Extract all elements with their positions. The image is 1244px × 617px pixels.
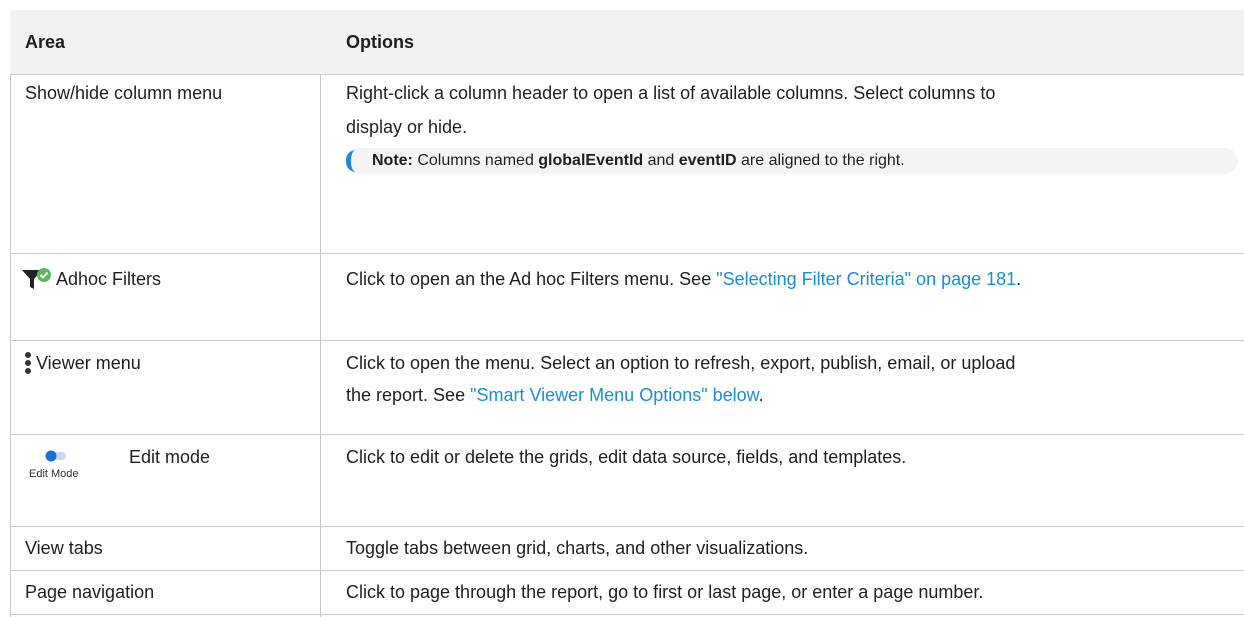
area-label: Show/hide column menu	[25, 83, 223, 103]
row-divider	[10, 253, 1244, 254]
note-text: Note: Columns named globalEventId and ev…	[372, 152, 905, 169]
area-label: Edit mode	[129, 447, 211, 467]
note-box: Note: Columns named globalEventId and ev…	[346, 148, 1238, 174]
option-text: Click to open the menu. Select an option…	[346, 353, 1016, 373]
selecting-filter-criteria-link[interactable]: "Selecting Filter Criteria" on page 181	[716, 269, 1016, 289]
option-text: Toggle tabs between grid, charts, and ot…	[346, 538, 809, 558]
row-divider	[10, 570, 1244, 571]
options-table: Area Options Show/hide column menu Right…	[0, 0, 1244, 617]
area-label: Adhoc Filters	[56, 269, 162, 289]
option-text: Right-click a column header to open a li…	[346, 83, 996, 103]
row-divider	[10, 614, 1244, 615]
option-text: Click to edit or delete the grids, edit …	[346, 447, 907, 467]
area-label: Page navigation	[25, 582, 155, 602]
row-divider	[10, 434, 1244, 435]
column-divider	[320, 74, 321, 617]
option-text: Click to page through the report, go to …	[346, 582, 984, 602]
table-header: Area Options	[10, 10, 1244, 74]
option-text: Click to open an the Ad hoc Filters menu…	[346, 269, 1022, 289]
row-divider	[10, 526, 1244, 527]
edit-mode-caption: Edit Mode	[29, 468, 79, 480]
toggle-icon	[45, 450, 66, 462]
option-text: the report. See "Smart Viewer Menu Optio…	[346, 385, 764, 405]
area-label: View tabs	[25, 538, 103, 558]
left-border	[10, 74, 11, 617]
header-options: Options	[346, 32, 414, 52]
smart-viewer-menu-options-link[interactable]: "Smart Viewer Menu Options" below	[470, 385, 759, 405]
row-divider	[10, 74, 1244, 75]
row-divider	[10, 340, 1244, 341]
note-accent-bar	[346, 150, 357, 172]
header-area: Area	[25, 32, 66, 52]
area-label: Viewer menu	[36, 353, 141, 373]
option-text: display or hide.	[346, 117, 468, 137]
funnel-check-icon	[22, 268, 51, 289]
kebab-menu-icon	[25, 352, 31, 374]
